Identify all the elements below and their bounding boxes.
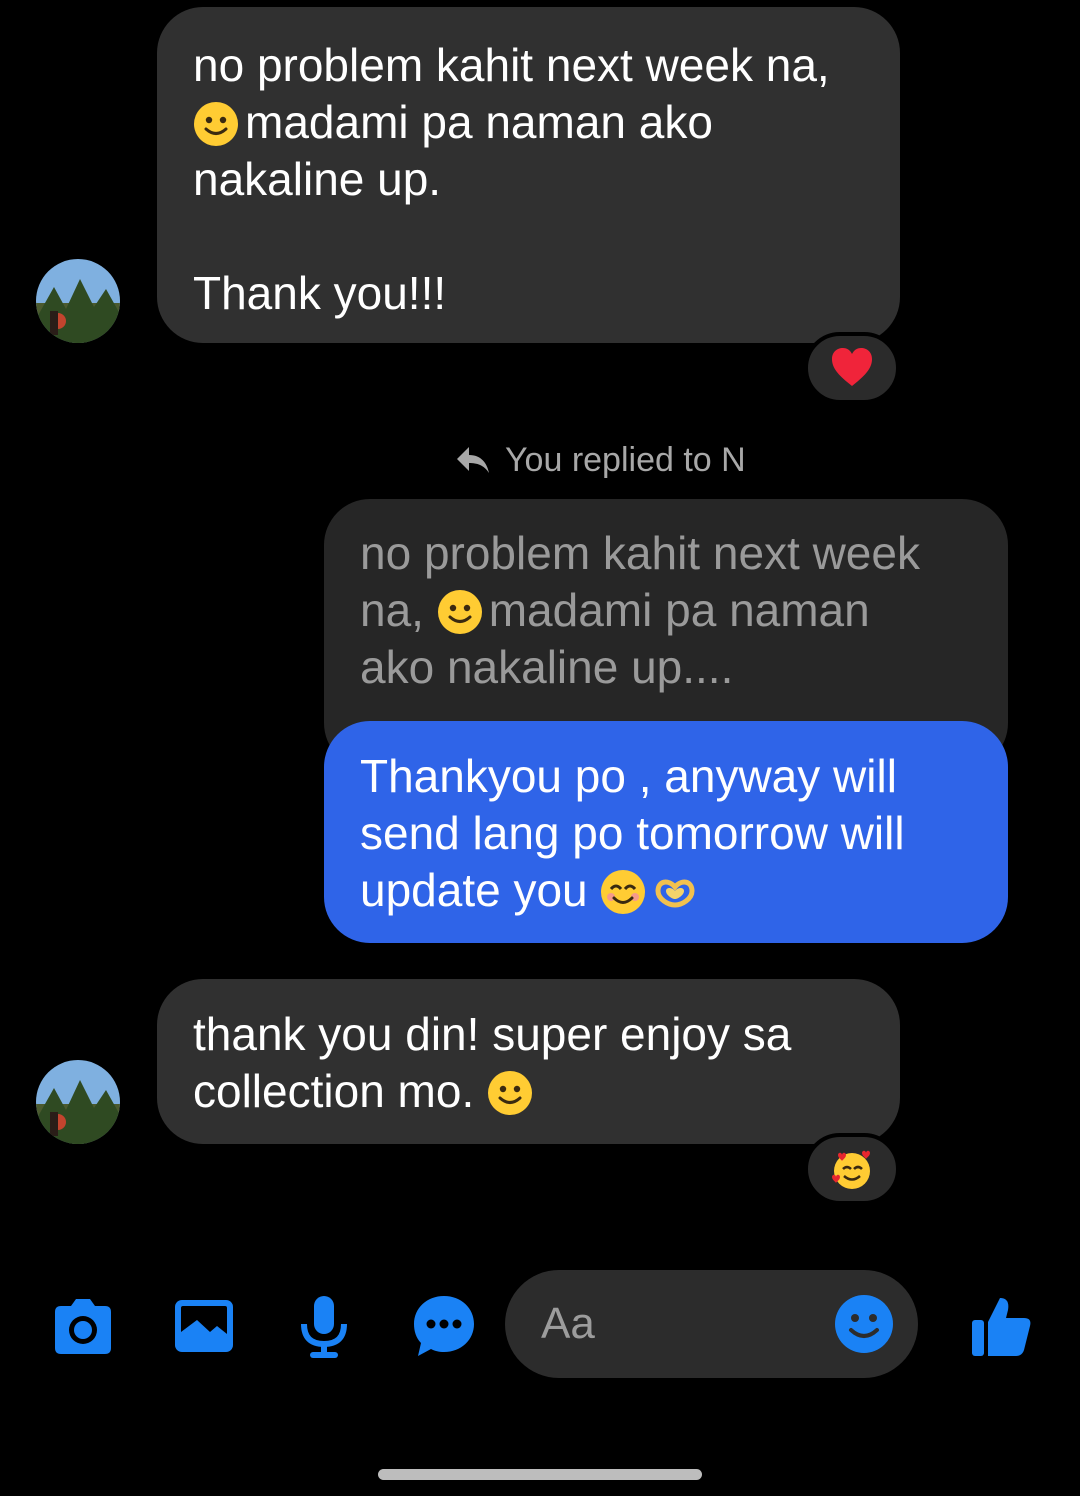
- reply-header: You replied to N: [455, 436, 746, 484]
- gallery-button[interactable]: [170, 1292, 238, 1360]
- message-line: thank you din! super enjoy sa: [193, 1008, 792, 1060]
- redaction-block: [745, 430, 1045, 490]
- slightly-smiling-emoji-icon: [487, 1070, 533, 1116]
- incoming-message-bubble[interactable]: no problem kahit next week na, madami pa…: [157, 7, 900, 343]
- quoted-line: madami pa naman: [488, 584, 870, 636]
- quoted-line: na,: [360, 584, 424, 636]
- incoming-message-bubble[interactable]: thank you din! super enjoy sa collection…: [157, 979, 900, 1144]
- camera-button[interactable]: [49, 1292, 117, 1360]
- slightly-smiling-emoji-icon: [437, 589, 483, 635]
- microphone-button[interactable]: [290, 1292, 358, 1360]
- reply-arrow-icon: [457, 447, 489, 473]
- outgoing-message-bubble[interactable]: Thankyou po , anyway will send lang po t…: [324, 721, 1008, 943]
- camera-icon: [55, 1299, 111, 1354]
- smiling-face-with-hearts-icon: [832, 1150, 870, 1189]
- smiling-eyes-emoji-icon: [600, 869, 646, 915]
- microphone-icon: [301, 1296, 347, 1358]
- gallery-icon: [175, 1300, 233, 1352]
- emoji-icon[interactable]: [834, 1294, 894, 1354]
- message-composer: Aa: [0, 1270, 1080, 1380]
- reply-header-text: You replied to N: [505, 441, 746, 479]
- message-input-placeholder: Aa: [541, 1299, 595, 1348]
- contact-avatar[interactable]: [36, 1060, 120, 1144]
- heart-icon: [832, 348, 872, 386]
- quoted-line: ako nakaline up....: [360, 641, 734, 693]
- quoted-line: no problem kahit next week: [360, 527, 920, 579]
- message-line: nakaline up.: [193, 153, 442, 205]
- more-chat-icon: [414, 1296, 474, 1356]
- message-line: send lang po tomorrow will: [360, 807, 905, 859]
- message-line: no problem kahit next week na,: [193, 39, 830, 91]
- message-line: madami pa naman ako: [245, 96, 713, 148]
- message-line: update you: [360, 864, 588, 916]
- message-input[interactable]: Aa: [505, 1270, 918, 1378]
- more-chat-button[interactable]: [410, 1292, 478, 1360]
- contact-avatar[interactable]: [36, 259, 120, 343]
- message-line: Thank you!!!: [193, 267, 447, 319]
- messenger-chat-screen: no problem kahit next week na, madami pa…: [0, 0, 1080, 1496]
- thumbs-up-icon: [972, 1298, 1031, 1356]
- heart-reaction-badge[interactable]: [804, 332, 900, 404]
- heart-hands-emoji-icon: [652, 869, 698, 915]
- message-line: collection mo.: [193, 1065, 475, 1117]
- home-indicator[interactable]: [378, 1469, 702, 1480]
- smiling-face-with-hearts-reaction-badge[interactable]: [804, 1133, 900, 1205]
- message-line: Thankyou po , anyway will: [360, 750, 897, 802]
- slightly-smiling-emoji-icon: [193, 101, 239, 147]
- thumbs-up-button[interactable]: [968, 1292, 1036, 1360]
